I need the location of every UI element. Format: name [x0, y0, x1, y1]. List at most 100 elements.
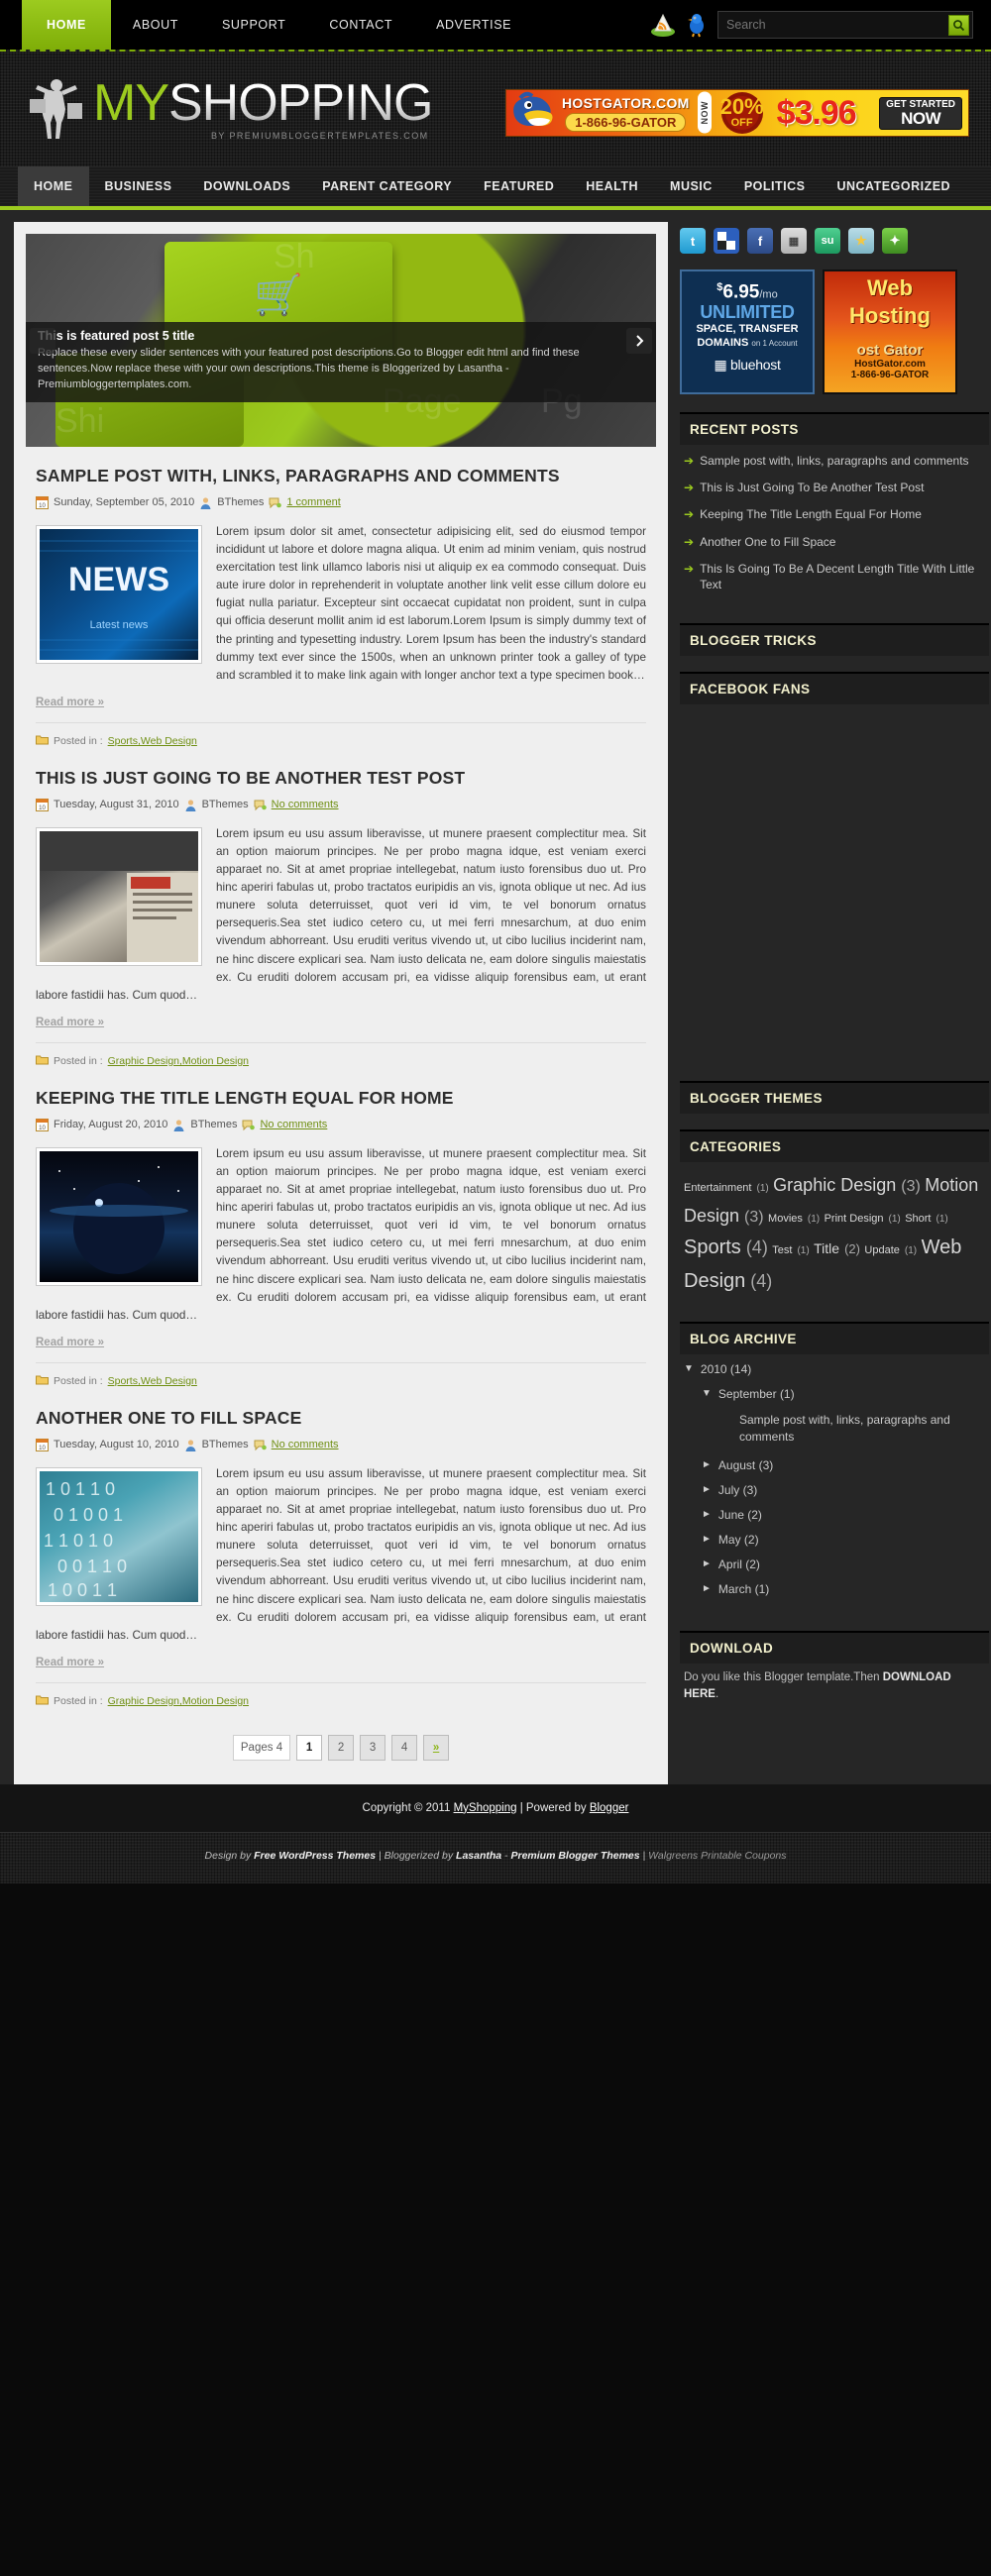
archive-month[interactable]: July (3) — [718, 1483, 757, 1497]
archive-month-row[interactable]: ► June (2) — [702, 1508, 985, 1522]
slider-next-button[interactable] — [626, 328, 652, 354]
nav-item-politics[interactable]: POLITICS — [728, 166, 822, 206]
post-title[interactable]: KEEPING THE TITLE LENGTH EQUAL FOR HOME — [36, 1087, 646, 1110]
topnav-item-support[interactable]: SUPPORT — [200, 0, 307, 50]
list-item[interactable]: ➔ This is Just Going To Be Another Test P… — [684, 480, 985, 495]
triangle-right-icon[interactable]: ► — [702, 1483, 712, 1497]
search-input[interactable] — [726, 18, 938, 32]
delicious-icon[interactable] — [714, 228, 739, 254]
category-link[interactable]: Title — [814, 1240, 839, 1256]
post-thumbnail[interactable] — [36, 826, 202, 966]
category-link[interactable]: Graphic Design — [773, 1175, 896, 1195]
site-logo[interactable]: MYSHOPPING BY PREMIUMBLOGGERTEMPLATES.CO… — [0, 73, 433, 145]
nav-item-uncategorized[interactable]: UNCATEGORIZED — [821, 166, 966, 206]
pagination-page-1[interactable]: 1 — [296, 1734, 323, 1761]
featured-slider[interactable]: 🛒 Sh Page Shi Pg This is featured post 5… — [26, 234, 656, 447]
topnav-item-contact[interactable]: CONTACT — [307, 0, 414, 50]
list-item[interactable]: ➔ Sample post with, links, paragraphs and… — [684, 453, 985, 469]
category-link[interactable]: Entertainment — [684, 1182, 751, 1194]
post-thumbnail[interactable]: NEWS Latest news — [36, 524, 202, 664]
category-link[interactable]: Update — [864, 1244, 899, 1256]
recent-post-link[interactable]: Another One to Fill Space — [700, 534, 835, 550]
archive-month-row[interactable]: ► August (3) — [702, 1458, 985, 1472]
archive-month[interactable]: May (2) — [718, 1533, 759, 1547]
category-link[interactable]: Movies — [768, 1213, 803, 1225]
archive-month[interactable]: August (3) — [718, 1458, 773, 1472]
topnav-item-about[interactable]: ABOUT — [111, 0, 200, 50]
get-started-button[interactable]: GET STARTED NOW — [879, 96, 962, 130]
favorites-star-icon[interactable]: ★ — [848, 228, 874, 254]
recent-post-link[interactable]: Keeping The Title Length Equal For Home — [700, 506, 922, 522]
post-title[interactable]: THIS IS JUST GOING TO BE ANOTHER TEST PO… — [36, 767, 646, 790]
nav-item-featured[interactable]: FEATURED — [468, 166, 570, 206]
copyright-platform-link[interactable]: Blogger — [590, 1802, 629, 1814]
recent-post-link[interactable]: This is Just Going To Be Another Test Po… — [700, 480, 924, 495]
twitter-bird-icon[interactable] — [684, 12, 710, 38]
add-share-icon[interactable]: ✦ — [882, 228, 908, 254]
nav-item-parent-category[interactable]: PARENT CATEGORY — [306, 166, 468, 206]
category-link[interactable]: Short — [905, 1213, 931, 1225]
topnav-item-home[interactable]: HOME — [22, 0, 111, 50]
category-link[interactable]: Print Design — [825, 1213, 884, 1225]
twitter-icon[interactable]: t — [680, 228, 706, 254]
post-thumbnail[interactable]: 1 0 1 1 0 0 1 0 0 1 1 1 0 1 0 0 0 1 1 0 1 … — [36, 1466, 202, 1606]
archive-month[interactable]: September (1) — [718, 1387, 795, 1401]
category-link[interactable]: Sports — [684, 1236, 741, 1258]
list-item[interactable]: ➔ This Is Going To Be A Decent Length Tit… — [684, 561, 985, 592]
recent-post-link[interactable]: Sample post with, links, paragraphs and … — [700, 453, 968, 469]
list-item[interactable]: ➔ Keeping The Title Length Equal For Home — [684, 506, 985, 522]
triangle-right-icon[interactable]: ► — [702, 1582, 712, 1596]
bluehost-ad[interactable]: $6.95/mo UNLIMITED SPACE, TRANSFER DOMAI… — [680, 269, 815, 394]
list-item[interactable]: ➔ Another One to Fill Space — [684, 534, 985, 550]
topnav-item-advertise[interactable]: ADVERTISE — [414, 0, 533, 50]
archive-month-row[interactable]: ► July (3) — [702, 1483, 985, 1497]
credits-author-link[interactable]: Lasantha — [456, 1850, 501, 1862]
archive-month[interactable]: March (1) — [718, 1582, 769, 1596]
post-comments-link[interactable]: 1 comment — [286, 496, 340, 508]
hostgator-sidebar-ad[interactable]: Web Hosting ost Gator HostGator.com 1-86… — [823, 269, 957, 394]
credits-themes-link[interactable]: Premium Blogger Themes — [510, 1850, 639, 1862]
read-more-link[interactable]: Read more » — [36, 697, 104, 708]
triangle-right-icon[interactable]: ► — [702, 1508, 712, 1522]
read-more-link[interactable]: Read more » — [36, 1017, 104, 1028]
slider-prev-button[interactable]: chevron-left-icon — [30, 328, 55, 354]
post-categories[interactable]: Sports,Web Design — [108, 735, 197, 747]
post-thumbnail[interactable] — [36, 1146, 202, 1286]
category-link[interactable]: Test — [772, 1244, 792, 1256]
post-comments-link[interactable]: No comments — [272, 799, 339, 810]
triangle-right-icon[interactable]: ► — [702, 1458, 712, 1472]
archive-month-row[interactable]: ► April (2) — [702, 1557, 985, 1571]
archive-year-row[interactable]: ▼ 2010 (14) — [684, 1362, 985, 1376]
post-title[interactable]: SAMPLE POST WITH, LINKS, PARAGRAPHS AND … — [36, 465, 646, 487]
copyright-site-link[interactable]: MyShopping — [454, 1802, 517, 1814]
pagination-page-3[interactable]: 3 — [360, 1734, 386, 1761]
credits-wordpress-link[interactable]: Free WordPress Themes — [254, 1850, 376, 1862]
hostgator-header-banner[interactable]: HOSTGATOR.COM 1-866-96-GATOR NOW 20% OFF… — [505, 89, 969, 137]
archive-month-row[interactable]: ▼ September (1) — [702, 1387, 985, 1401]
archive-year[interactable]: 2010 (14) — [701, 1362, 751, 1376]
archive-month-row[interactable]: ► May (2) — [702, 1533, 985, 1547]
recent-post-link[interactable]: This Is Going To Be A Decent Length Titl… — [700, 561, 985, 592]
search-box[interactable] — [717, 11, 973, 39]
triangle-right-icon[interactable]: ► — [702, 1557, 712, 1571]
read-more-link[interactable]: Read more » — [36, 1337, 104, 1348]
triangle-right-icon[interactable]: ► — [702, 1533, 712, 1547]
nav-item-business[interactable]: BUSINESS — [89, 166, 188, 206]
credits-coupons-link[interactable]: Walgreens Printable Coupons — [648, 1850, 786, 1862]
pagination-page-4[interactable]: 4 — [391, 1734, 418, 1761]
post-categories[interactable]: Graphic Design,Motion Design — [108, 1695, 249, 1707]
stumbleupon-icon[interactable]: su — [815, 228, 840, 254]
archive-post-link[interactable]: Sample post with, links, paragraphs and … — [739, 1412, 985, 1444]
post-categories[interactable]: Sports,Web Design — [108, 1375, 197, 1387]
post-title[interactable]: ANOTHER ONE TO FILL SPACE — [36, 1407, 646, 1430]
post-comments-link[interactable]: No comments — [272, 1439, 339, 1450]
archive-month[interactable]: June (2) — [718, 1508, 762, 1522]
nav-item-music[interactable]: MUSIC — [654, 166, 728, 206]
bookmark-icon[interactable]: ▦ — [781, 228, 807, 254]
read-more-link[interactable]: Read more » — [36, 1657, 104, 1668]
pagination-page-2[interactable]: 2 — [328, 1734, 355, 1761]
archive-month-row[interactable]: ► March (1) — [702, 1582, 985, 1596]
nav-item-health[interactable]: HEALTH — [570, 166, 654, 206]
triangle-down-icon[interactable]: ▼ — [684, 1362, 694, 1376]
search-button[interactable] — [948, 15, 969, 36]
